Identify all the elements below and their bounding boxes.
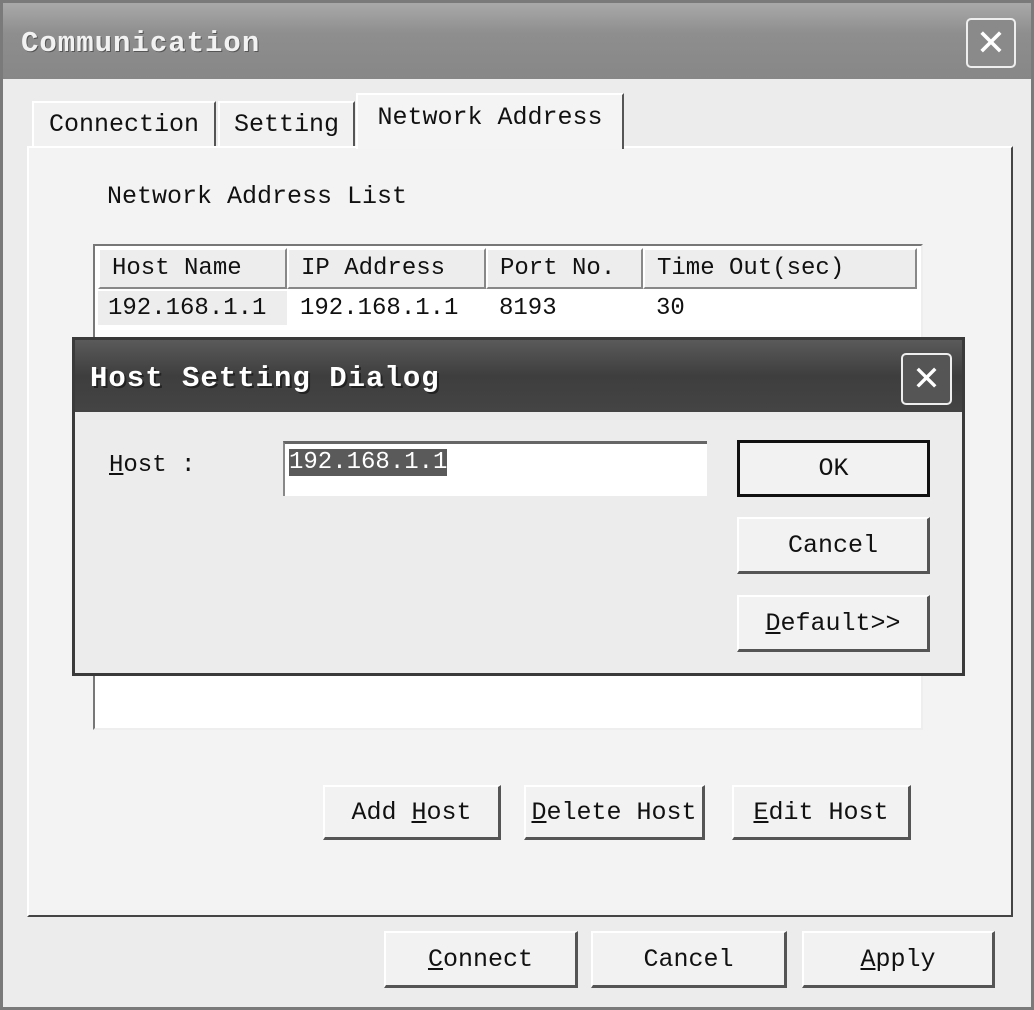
button-label: Edit Host (753, 797, 889, 827)
edit-host-button[interactable]: Edit Host (732, 785, 911, 840)
cancel-button[interactable]: Cancel (591, 931, 787, 988)
mnemonic-letter: E (753, 797, 769, 827)
tab-label: Setting (233, 110, 340, 139)
dialog-cancel-button[interactable]: Cancel (737, 517, 930, 574)
button-label: OK (818, 454, 849, 483)
dialog-title-bar[interactable]: Host Setting Dialog ✕ (75, 340, 962, 412)
column-header-timeout[interactable]: Time Out(sec) (643, 248, 917, 289)
button-label: Default>> (765, 608, 901, 638)
button-label: Connect (427, 944, 534, 974)
column-header-ip-address[interactable]: IP Address (287, 248, 486, 289)
ok-button[interactable]: OK (737, 440, 930, 497)
window-title: Communication (21, 27, 261, 60)
host-label: Host : (109, 452, 195, 479)
button-label: Add Host (351, 797, 472, 827)
section-label: Network Address List (107, 182, 408, 211)
button-label: Cancel (643, 944, 734, 974)
host-input[interactable]: 192.168.1.1 (283, 441, 707, 496)
cell-ip: 192.168.1.1 (300, 294, 459, 322)
mnemonic-letter: D (531, 797, 547, 827)
close-icon[interactable]: ✕ (966, 18, 1016, 68)
button-label: Delete Host (531, 797, 697, 827)
tab-label: Connection (48, 110, 200, 139)
apply-button[interactable]: Apply (802, 931, 995, 988)
close-icon[interactable]: ✕ (901, 353, 952, 405)
mnemonic-letter: H (109, 452, 124, 479)
title-bar[interactable]: Communication ✕ (3, 3, 1031, 79)
delete-host-button[interactable]: Delete Host (524, 785, 705, 840)
connect-button[interactable]: Connect (384, 931, 578, 988)
cell-timeout: 30 (656, 294, 685, 322)
add-host-button[interactable]: Add Host (323, 785, 501, 840)
button-label: Apply (860, 944, 936, 974)
mnemonic-letter: C (427, 944, 443, 974)
host-input-value: 192.168.1.1 (289, 449, 448, 476)
host-setting-dialog: Host Setting Dialog ✕ Host : 192.168.1.1… (72, 337, 965, 676)
column-header-host-name[interactable]: Host Name (98, 248, 287, 289)
mnemonic-letter: A (860, 944, 876, 974)
mnemonic-letter: H (411, 797, 427, 827)
tab-setting[interactable]: Setting (218, 101, 355, 146)
dialog-title: Host Setting Dialog (90, 362, 440, 395)
host-label-text: Host : (109, 452, 196, 479)
button-label: Cancel (787, 530, 878, 560)
cell-port: 8193 (499, 294, 557, 322)
default-button[interactable]: Default>> (737, 595, 930, 652)
tab-label: Network Address (377, 102, 603, 132)
tab-connection[interactable]: Connection (32, 101, 216, 146)
column-header-port[interactable]: Port No. (486, 248, 643, 289)
table-row[interactable]: 192.168.1.1 192.168.1.1 8193 30 (98, 291, 917, 325)
cell-host-name: 192.168.1.1 (98, 291, 287, 325)
tab-network-address[interactable]: Network Address (356, 93, 624, 149)
mnemonic-letter: D (765, 608, 781, 638)
